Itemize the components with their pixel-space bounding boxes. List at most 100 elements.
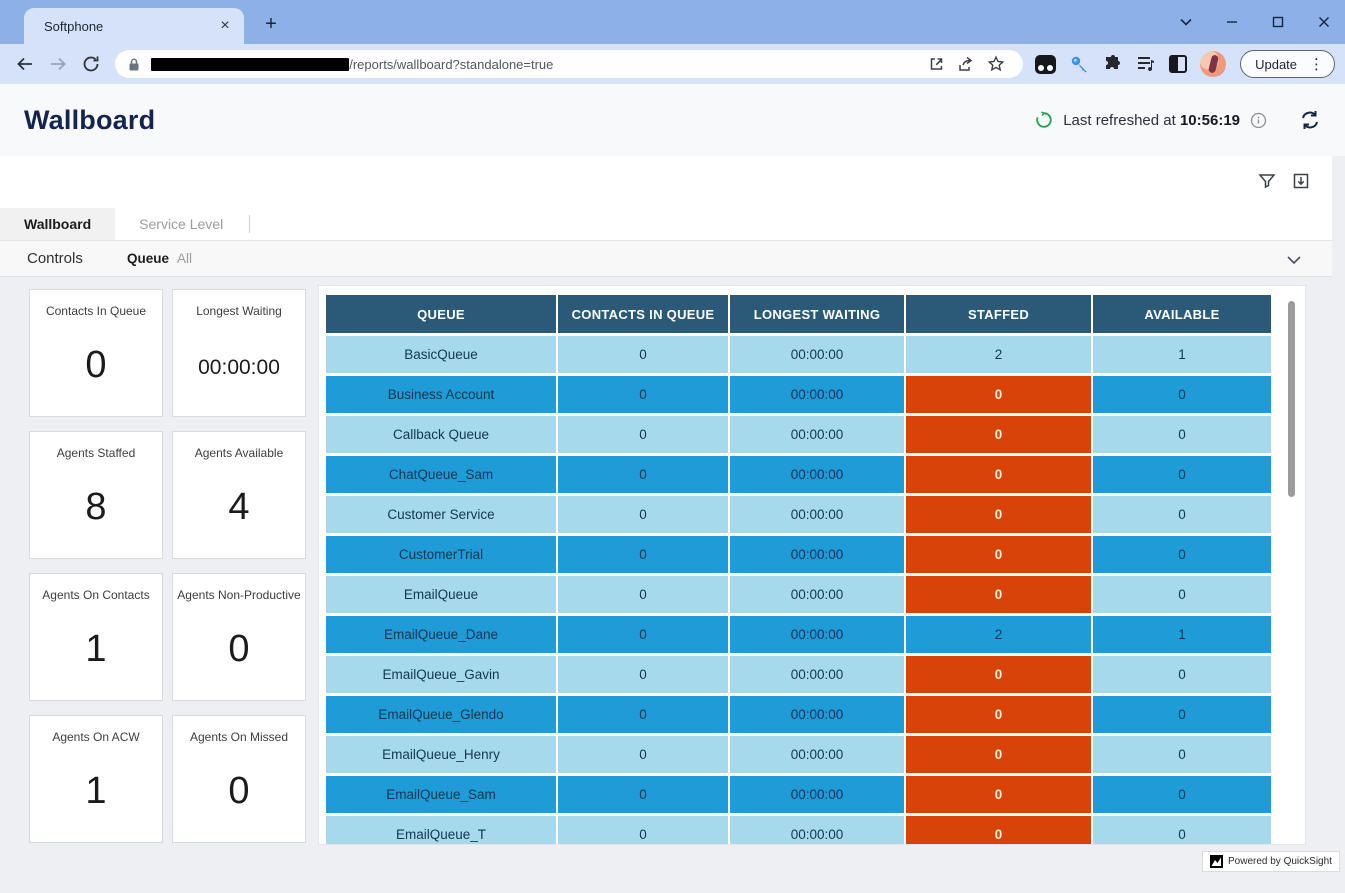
cell-available: 0 bbox=[1093, 816, 1271, 845]
table-row[interactable]: EmailQueue_Henry000:00:0000 bbox=[326, 736, 1271, 773]
redacted-url-segment bbox=[151, 58, 349, 71]
table-row[interactable]: Business Account000:00:0000 bbox=[326, 376, 1271, 413]
column-header[interactable]: STAFFED bbox=[906, 295, 1091, 333]
cell-contacts: 0 bbox=[558, 416, 728, 453]
cell-contacts: 0 bbox=[558, 696, 728, 733]
cell-available: 0 bbox=[1093, 776, 1271, 813]
table-row[interactable]: EmailQueue_Gavin000:00:0000 bbox=[326, 656, 1271, 693]
cell-contacts: 0 bbox=[558, 536, 728, 573]
table-row[interactable]: EmailQueue_Dane000:00:0021 bbox=[326, 616, 1271, 653]
cell-queue: EmailQueue_Gavin bbox=[326, 656, 556, 693]
cell-waiting: 00:00:00 bbox=[730, 376, 904, 413]
queue-filter-value[interactable]: All bbox=[177, 251, 192, 266]
share-icon[interactable] bbox=[951, 51, 981, 77]
table-scrollbar[interactable] bbox=[1288, 301, 1295, 497]
kpi-value: 4 bbox=[228, 486, 249, 529]
cell-queue: EmailQueue_Dane bbox=[326, 616, 556, 653]
minimize-button[interactable] bbox=[1221, 11, 1243, 33]
table-row[interactable]: EmailQueue_Sam000:00:0000 bbox=[326, 776, 1271, 813]
cell-available: 1 bbox=[1093, 336, 1271, 373]
kpi-card: Agents Staffed8 bbox=[29, 431, 163, 559]
column-header[interactable]: AVAILABLE bbox=[1093, 295, 1271, 333]
column-header[interactable]: CONTACTS IN QUEUE bbox=[558, 295, 728, 333]
cell-queue: ChatQueue_Sam bbox=[326, 456, 556, 493]
forward-button[interactable] bbox=[43, 49, 72, 79]
back-button[interactable] bbox=[10, 49, 39, 79]
cell-waiting: 00:00:00 bbox=[730, 816, 904, 845]
extension-contrast-icon[interactable] bbox=[1169, 55, 1187, 73]
new-tab-button[interactable]: + bbox=[258, 12, 284, 38]
column-header[interactable]: LONGEST WAITING bbox=[730, 295, 904, 333]
reload-button[interactable] bbox=[76, 49, 105, 79]
cell-staffed: 0 bbox=[906, 696, 1091, 733]
close-window-button[interactable] bbox=[1313, 11, 1335, 33]
controls-collapse-chevron-icon[interactable] bbox=[1284, 250, 1304, 270]
profile-avatar[interactable] bbox=[1200, 51, 1226, 77]
bookmark-star-icon[interactable] bbox=[981, 51, 1011, 77]
info-icon[interactable] bbox=[1250, 112, 1267, 129]
table-row[interactable]: Callback Queue000:00:0000 bbox=[326, 416, 1271, 453]
chrome-menu-icon[interactable]: ⋮ bbox=[1305, 57, 1328, 72]
sheet-tab-service-level[interactable]: Service Level bbox=[115, 208, 247, 240]
cell-queue: Business Account bbox=[326, 376, 556, 413]
quicksight-logo-icon bbox=[1210, 855, 1223, 868]
kpi-label: Agents On Contacts bbox=[42, 588, 149, 602]
export-icon[interactable] bbox=[1292, 172, 1310, 190]
tab-close-icon[interactable]: × bbox=[216, 17, 234, 35]
url-bar[interactable]: /reports/wallboard?standalone=true bbox=[115, 50, 1023, 78]
queue-filter-label: Queue bbox=[127, 251, 169, 266]
cell-staffed: 0 bbox=[906, 816, 1091, 845]
cell-contacts: 0 bbox=[558, 376, 728, 413]
extensions-puzzle-icon[interactable] bbox=[1103, 54, 1123, 74]
kpi-value: 0 bbox=[228, 770, 249, 813]
cell-waiting: 00:00:00 bbox=[730, 736, 904, 773]
cell-queue: Callback Queue bbox=[326, 416, 556, 453]
cell-queue: EmailQueue_Sam bbox=[326, 776, 556, 813]
maximize-button[interactable] bbox=[1267, 11, 1289, 33]
browser-tab[interactable]: Softphone × bbox=[24, 8, 244, 44]
update-button[interactable]: Update ⋮ bbox=[1240, 50, 1335, 78]
column-header[interactable]: QUEUE bbox=[326, 295, 556, 333]
kpi-label: Agents Available bbox=[195, 446, 284, 460]
sheet-tab-wallboard[interactable]: Wallboard bbox=[0, 208, 115, 240]
cell-staffed: 0 bbox=[906, 536, 1091, 573]
open-in-new-icon[interactable] bbox=[921, 51, 951, 77]
filter-icon[interactable] bbox=[1258, 172, 1276, 190]
dashboard-canvas: Contacts In Queue0Longest Waiting00:00:0… bbox=[0, 277, 1345, 893]
lock-icon[interactable] bbox=[127, 57, 141, 72]
extension-key-icon[interactable] bbox=[1069, 54, 1090, 75]
cell-contacts: 0 bbox=[558, 456, 728, 493]
extension-playlist-icon[interactable] bbox=[1136, 55, 1156, 73]
kpi-label: Agents Non-Productive bbox=[177, 588, 300, 602]
powered-by-badge[interactable]: Powered by QuickSight bbox=[1202, 851, 1340, 872]
cell-waiting: 00:00:00 bbox=[730, 536, 904, 573]
cell-queue: EmailQueue bbox=[326, 576, 556, 613]
refresh-button[interactable] bbox=[1299, 110, 1321, 130]
extension-domino-icon[interactable] bbox=[1035, 55, 1056, 74]
cell-staffed: 0 bbox=[906, 576, 1091, 613]
cell-staffed: 0 bbox=[906, 736, 1091, 773]
auto-refresh-timer-icon bbox=[1035, 111, 1053, 129]
last-refreshed-text: Last refreshed at 10:56:19 bbox=[1063, 112, 1240, 129]
tab-search-chevron-icon[interactable] bbox=[1175, 11, 1197, 33]
cell-staffed: 0 bbox=[906, 656, 1091, 693]
kpi-card: Contacts In Queue0 bbox=[29, 289, 163, 417]
kpi-value: 1 bbox=[85, 770, 106, 813]
table-row[interactable]: EmailQueue_T000:00:0000 bbox=[326, 816, 1271, 845]
cell-waiting: 00:00:00 bbox=[730, 496, 904, 533]
table-row[interactable]: CustomerTrial000:00:0000 bbox=[326, 536, 1271, 573]
table-row[interactable]: Customer Service000:00:0000 bbox=[326, 496, 1271, 533]
table-row[interactable]: EmailQueue000:00:0000 bbox=[326, 576, 1271, 613]
table-row[interactable]: BasicQueue000:00:0021 bbox=[326, 336, 1271, 373]
cell-contacts: 0 bbox=[558, 776, 728, 813]
kpi-grid: Contacts In Queue0Longest Waiting00:00:0… bbox=[29, 289, 306, 843]
kpi-value: 8 bbox=[85, 486, 106, 529]
kpi-value: 0 bbox=[228, 628, 249, 671]
cell-queue: BasicQueue bbox=[326, 336, 556, 373]
table-row[interactable]: ChatQueue_Sam000:00:0000 bbox=[326, 456, 1271, 493]
kpi-card: Agents Non-Productive 0 bbox=[172, 573, 306, 701]
cell-available: 0 bbox=[1093, 376, 1271, 413]
cell-contacts: 0 bbox=[558, 336, 728, 373]
table-row[interactable]: EmailQueue_Glendo000:00:0000 bbox=[326, 696, 1271, 733]
controls-bar: Controls Queue All bbox=[0, 240, 1332, 277]
